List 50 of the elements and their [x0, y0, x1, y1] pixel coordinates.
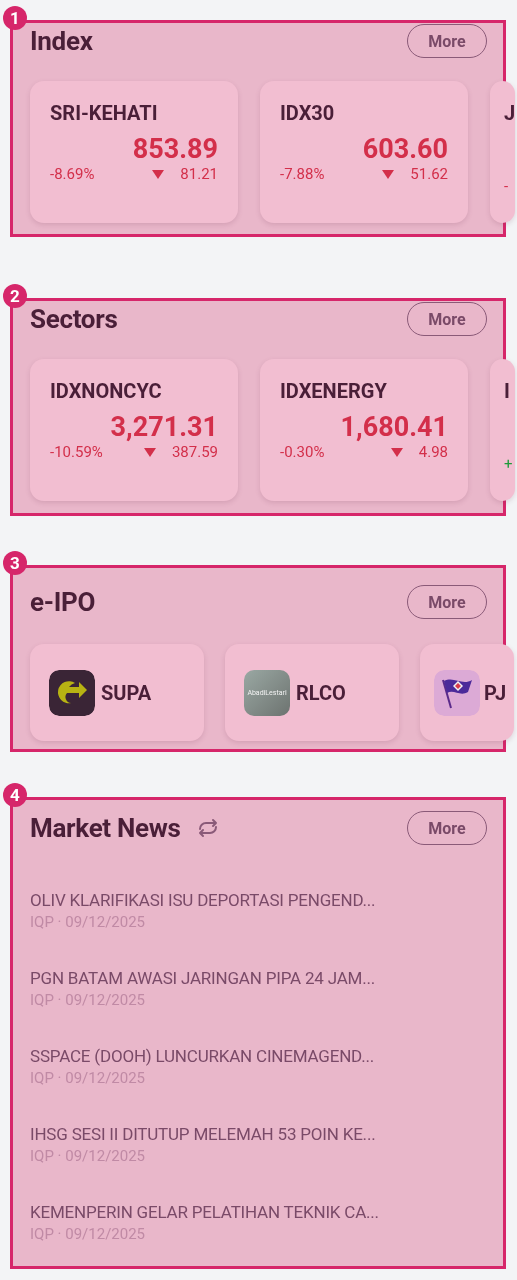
ticker: RLCO — [296, 680, 346, 705]
news-headline[interactable]: SSPACE (DOOH) LUNCURKAN CINEMAGEND... — [30, 1046, 503, 1066]
percent-change: -8.69% — [50, 165, 95, 183]
down-triangle-icon — [143, 447, 156, 457]
ipo-card[interactable]: PJ — [420, 644, 514, 741]
index-card[interactable]: IDXENERGY 1,680.41 -0.30% 4.98 — [260, 359, 468, 501]
percent-change: -0.30% — [280, 443, 325, 461]
percent-change: -7.88% — [280, 165, 325, 183]
index-name: IDX30 — [280, 101, 335, 125]
percent-change: + — [504, 455, 513, 473]
down-triangle-icon — [152, 169, 165, 179]
percent-change: - — [504, 177, 509, 195]
point-change: 51.62 — [410, 165, 448, 183]
index-card[interactable]: IDX30 603.60 -7.88% 51.62 — [260, 81, 468, 223]
logo-icon — [49, 669, 95, 716]
index-name: IDXENERGY — [280, 379, 387, 403]
news-headline[interactable]: KEMENPERIN GELAR PELATIHAN TEKNIK CA... — [30, 1202, 503, 1222]
section-title: Market News — [30, 813, 181, 843]
index-card[interactable]: SRI-KEHATI 853.89 -8.69% 81.21 — [30, 81, 238, 223]
index-card[interactable]: J - — [490, 81, 515, 223]
point-change: 387.59 — [171, 443, 218, 461]
section-title: Index — [30, 26, 93, 56]
number-badge: 4 — [3, 783, 27, 807]
ipo-card[interactable]: SUPA — [30, 644, 204, 741]
number-badge: 3 — [3, 551, 27, 575]
index-value: 1,680.41 — [340, 411, 448, 443]
number-badge: 2 — [3, 284, 27, 308]
index-card[interactable]: IDXNONCYC 3,271.31 -10.59% 387.59 — [30, 359, 238, 501]
index-value: 853.89 — [132, 133, 218, 165]
point-change: 4.98 — [418, 443, 448, 461]
percent-change: -10.59% — [50, 443, 103, 461]
point-change: 81.21 — [180, 165, 218, 183]
index-name: SRI-KEHATI — [50, 101, 158, 125]
number-badge: 1 — [3, 6, 27, 30]
down-triangle-icon — [382, 169, 395, 179]
flag-icon — [434, 669, 480, 716]
index-value: 603.60 — [362, 133, 448, 165]
ticker: SUPA — [101, 680, 152, 705]
index-name: IDXNONCYC — [50, 379, 162, 403]
index-name: J — [504, 101, 516, 125]
section-title: Sectors — [30, 304, 118, 334]
index-card[interactable]: I + — [490, 359, 515, 501]
ticker: PJ — [484, 680, 507, 705]
news-headline[interactable]: PGN BATAM AWASI JARINGAN PIPA 24 JAM... — [30, 968, 503, 988]
section-title: e-IPO — [30, 587, 96, 617]
down-triangle-icon — [390, 447, 403, 457]
news-headline[interactable]: IHSG SESI II DITUTUP MELEMAH 53 POIN KE... — [30, 1124, 503, 1144]
index-value: 3,271.31 — [110, 411, 218, 443]
news-headline[interactable]: OLIV KLARIFIKASI ISU DEPORTASI PENGEND... — [30, 890, 503, 910]
index-name: I — [504, 379, 510, 403]
